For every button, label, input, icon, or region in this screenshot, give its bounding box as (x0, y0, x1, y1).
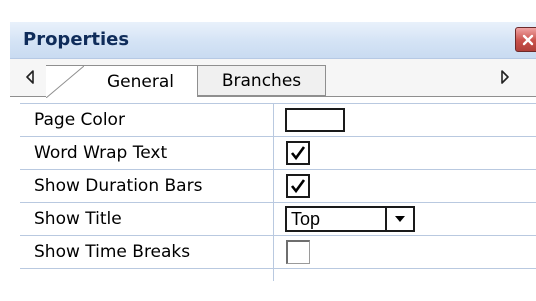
tab-branches[interactable]: Branches (198, 65, 326, 96)
property-name: Show Title (20, 203, 274, 235)
property-row: Show Duration Bars (20, 170, 536, 203)
word-wrap-checkbox[interactable] (286, 141, 310, 165)
tab-strip: General Branches (10, 59, 536, 98)
property-row: Show Title Top (20, 203, 536, 236)
chevron-left-icon (26, 70, 34, 84)
close-icon (522, 34, 533, 45)
property-row-empty (20, 269, 536, 281)
chevron-right-icon (501, 70, 509, 84)
property-value (275, 170, 536, 202)
properties-panel: Properties General Branches Page Color W… (0, 0, 536, 301)
show-title-select-value: Top (291, 208, 321, 229)
time-breaks-checkbox[interactable] (286, 240, 310, 264)
property-row: Page Color (20, 104, 536, 137)
tab-general[interactable]: General (46, 65, 198, 98)
tab-scroll-left-button[interactable] (20, 67, 40, 87)
tab-general-label: General (107, 71, 174, 92)
duration-bars-checkbox[interactable] (286, 174, 310, 198)
show-title-dropdown-button[interactable] (385, 208, 413, 230)
property-name: Show Duration Bars (20, 170, 274, 202)
property-value (275, 236, 536, 268)
property-value (275, 137, 536, 169)
property-name-empty (20, 269, 274, 281)
panel-titlebar: Properties (10, 22, 536, 59)
show-title-select[interactable]: Top (285, 206, 415, 232)
property-value: Top (275, 203, 536, 235)
check-icon (290, 146, 306, 161)
chevron-down-icon (395, 216, 405, 222)
property-grid: Page Color Word Wrap Text Show Duration … (20, 103, 536, 281)
property-name: Word Wrap Text (20, 137, 274, 169)
tab-slant-edge (46, 66, 84, 98)
tab-scroll-right-button[interactable] (495, 67, 515, 87)
check-icon (290, 179, 306, 194)
page-color-swatch[interactable] (285, 108, 345, 132)
close-button[interactable] (515, 27, 536, 52)
property-row: Word Wrap Text (20, 137, 536, 170)
property-row: Show Time Breaks (20, 236, 536, 269)
property-name: Show Time Breaks (20, 236, 274, 268)
property-value (275, 104, 536, 136)
property-name: Page Color (20, 104, 274, 136)
tab-branches-label: Branches (221, 70, 302, 91)
panel-title: Properties (23, 29, 130, 50)
